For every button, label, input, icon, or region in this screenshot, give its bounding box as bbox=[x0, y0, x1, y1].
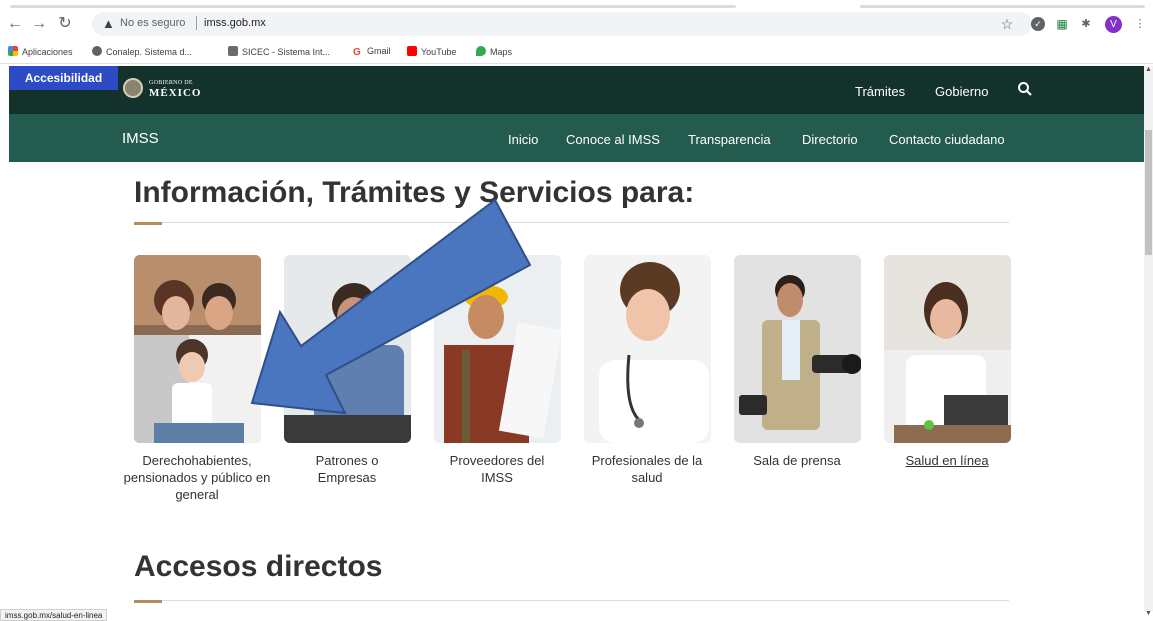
bookmark-label: Maps bbox=[490, 47, 513, 57]
url-separator bbox=[196, 16, 197, 30]
nav-contacto[interactable]: Contacto ciudadano bbox=[889, 132, 1005, 147]
section-title: Información, Trámites y Servicios para: bbox=[134, 176, 695, 209]
card-image-patrones[interactable] bbox=[284, 255, 411, 443]
reload-icon[interactable]: ↻ bbox=[56, 15, 74, 33]
gov-logo-small-text[interactable]: GOBIERNO DE bbox=[149, 80, 193, 86]
accesos-title: Accesos directos bbox=[134, 550, 383, 583]
card-label-salud-en-linea[interactable]: Salud en línea bbox=[872, 452, 1022, 469]
family-photo bbox=[134, 255, 261, 443]
warning-icon[interactable]: ▲ bbox=[102, 16, 115, 31]
puzzle-icon[interactable]: ✱ bbox=[1079, 17, 1093, 31]
topnav-tramites[interactable]: Trámites bbox=[855, 84, 905, 99]
card-label-proveedores[interactable]: Proveedores del IMSS bbox=[422, 452, 572, 486]
url-security-label[interactable]: No es seguro bbox=[120, 17, 185, 29]
google-icon: G bbox=[353, 47, 361, 58]
bookmark-youtube[interactable]: YouTube bbox=[407, 46, 456, 57]
card-image-derechohabientes[interactable] bbox=[134, 255, 261, 443]
tab-strip bbox=[0, 0, 1153, 8]
check-extension-icon[interactable]: ✓ bbox=[1031, 17, 1045, 31]
back-icon[interactable]: ← bbox=[6, 15, 24, 33]
bookmark-conalep[interactable]: Conalep. Sistema d... bbox=[92, 46, 192, 57]
photographer-photo bbox=[734, 255, 861, 443]
bookmark-label: SICEC - Sistema Int... bbox=[242, 47, 331, 57]
nav-transparencia[interactable]: Transparencia bbox=[688, 132, 771, 147]
card-image-profesionales[interactable] bbox=[584, 255, 711, 443]
card-label-patrones[interactable]: Patrones o Empresas bbox=[272, 452, 422, 486]
forward-icon[interactable]: → bbox=[30, 15, 48, 33]
star-icon[interactable]: ☆ bbox=[1000, 17, 1014, 31]
topnav-gobierno[interactable]: Gobierno bbox=[935, 84, 988, 99]
sheets-extension-icon[interactable]: ▦ bbox=[1055, 17, 1069, 31]
bookmark-sicec[interactable]: SICEC - Sistema Int... bbox=[228, 46, 330, 57]
bookmarks-bar: Aplicaciones Conalep. Sistema d... SICEC… bbox=[0, 40, 1153, 64]
bookmark-label: Aplicaciones bbox=[22, 47, 73, 57]
gov-seal-icon[interactable] bbox=[123, 78, 143, 98]
imss-brand[interactable]: IMSS bbox=[122, 130, 159, 147]
search-icon[interactable] bbox=[1017, 81, 1033, 97]
bookmark-apps[interactable]: Aplicaciones bbox=[8, 46, 73, 57]
address-bar[interactable]: ▲ No es seguro imss.gob.mx bbox=[92, 12, 1032, 36]
nav-directorio[interactable]: Directorio bbox=[802, 132, 858, 147]
gov-logo-text[interactable]: MÉXICO bbox=[149, 87, 201, 99]
map-pin-icon bbox=[476, 46, 486, 56]
gov-header: Accesibilidad GOBIERNO DE MÉXICO Trámite… bbox=[9, 66, 1144, 114]
bookmark-maps[interactable]: Maps bbox=[476, 46, 512, 57]
menu-kebab-icon[interactable]: ⋮ bbox=[1133, 17, 1147, 31]
accent-bar bbox=[134, 600, 162, 603]
accent-bar bbox=[134, 222, 162, 225]
profile-avatar[interactable]: V bbox=[1105, 16, 1122, 33]
card-label-prensa[interactable]: Sala de prensa bbox=[722, 452, 872, 469]
card-image-prensa[interactable] bbox=[734, 255, 861, 443]
accessibility-button[interactable]: Accesibilidad bbox=[9, 66, 118, 90]
url-host[interactable]: imss.gob.mx bbox=[204, 17, 266, 29]
bookmark-label: Gmail bbox=[367, 46, 391, 56]
card-label-profesionales[interactable]: Profesionales de la salud bbox=[572, 452, 722, 486]
doctor-photo bbox=[884, 255, 1011, 443]
card-image-proveedores[interactable] bbox=[434, 255, 561, 443]
divider bbox=[134, 600, 1009, 601]
card-image-salud[interactable] bbox=[884, 255, 1011, 443]
sicec-icon bbox=[228, 46, 238, 56]
nav-conoce-imss[interactable]: Conoce al IMSS bbox=[566, 132, 660, 147]
divider bbox=[134, 222, 1009, 223]
youtube-icon bbox=[407, 46, 417, 56]
status-url-tooltip: imss.gob.mx/salud-en-linea bbox=[0, 609, 108, 621]
imss-nav: IMSS Inicio Conoce al IMSS Transparencia… bbox=[9, 114, 1144, 162]
nurse-photo bbox=[584, 255, 711, 443]
scrollbar-thumb[interactable] bbox=[1145, 130, 1152, 255]
scroll-up-arrow-icon[interactable]: ▲ bbox=[1144, 66, 1153, 76]
business-photo bbox=[284, 255, 411, 443]
worker-photo bbox=[434, 255, 561, 443]
bookmark-label: YouTube bbox=[421, 47, 457, 57]
scroll-down-arrow-icon[interactable]: ▼ bbox=[1144, 610, 1153, 620]
apps-icon bbox=[8, 46, 18, 56]
globe-icon bbox=[92, 46, 102, 56]
card-label-derechohabientes[interactable]: Derechohabientes, pensionados y público … bbox=[122, 452, 272, 503]
nav-inicio[interactable]: Inicio bbox=[508, 132, 538, 147]
bookmark-label: Conalep. Sistema d... bbox=[106, 47, 193, 57]
bookmark-gmail[interactable]: G Gmail bbox=[353, 46, 391, 58]
browser-toolbar: ← → ↻ ▲ No es seguro imss.gob.mx ☆ ✓ ▦ ✱… bbox=[0, 8, 1153, 40]
